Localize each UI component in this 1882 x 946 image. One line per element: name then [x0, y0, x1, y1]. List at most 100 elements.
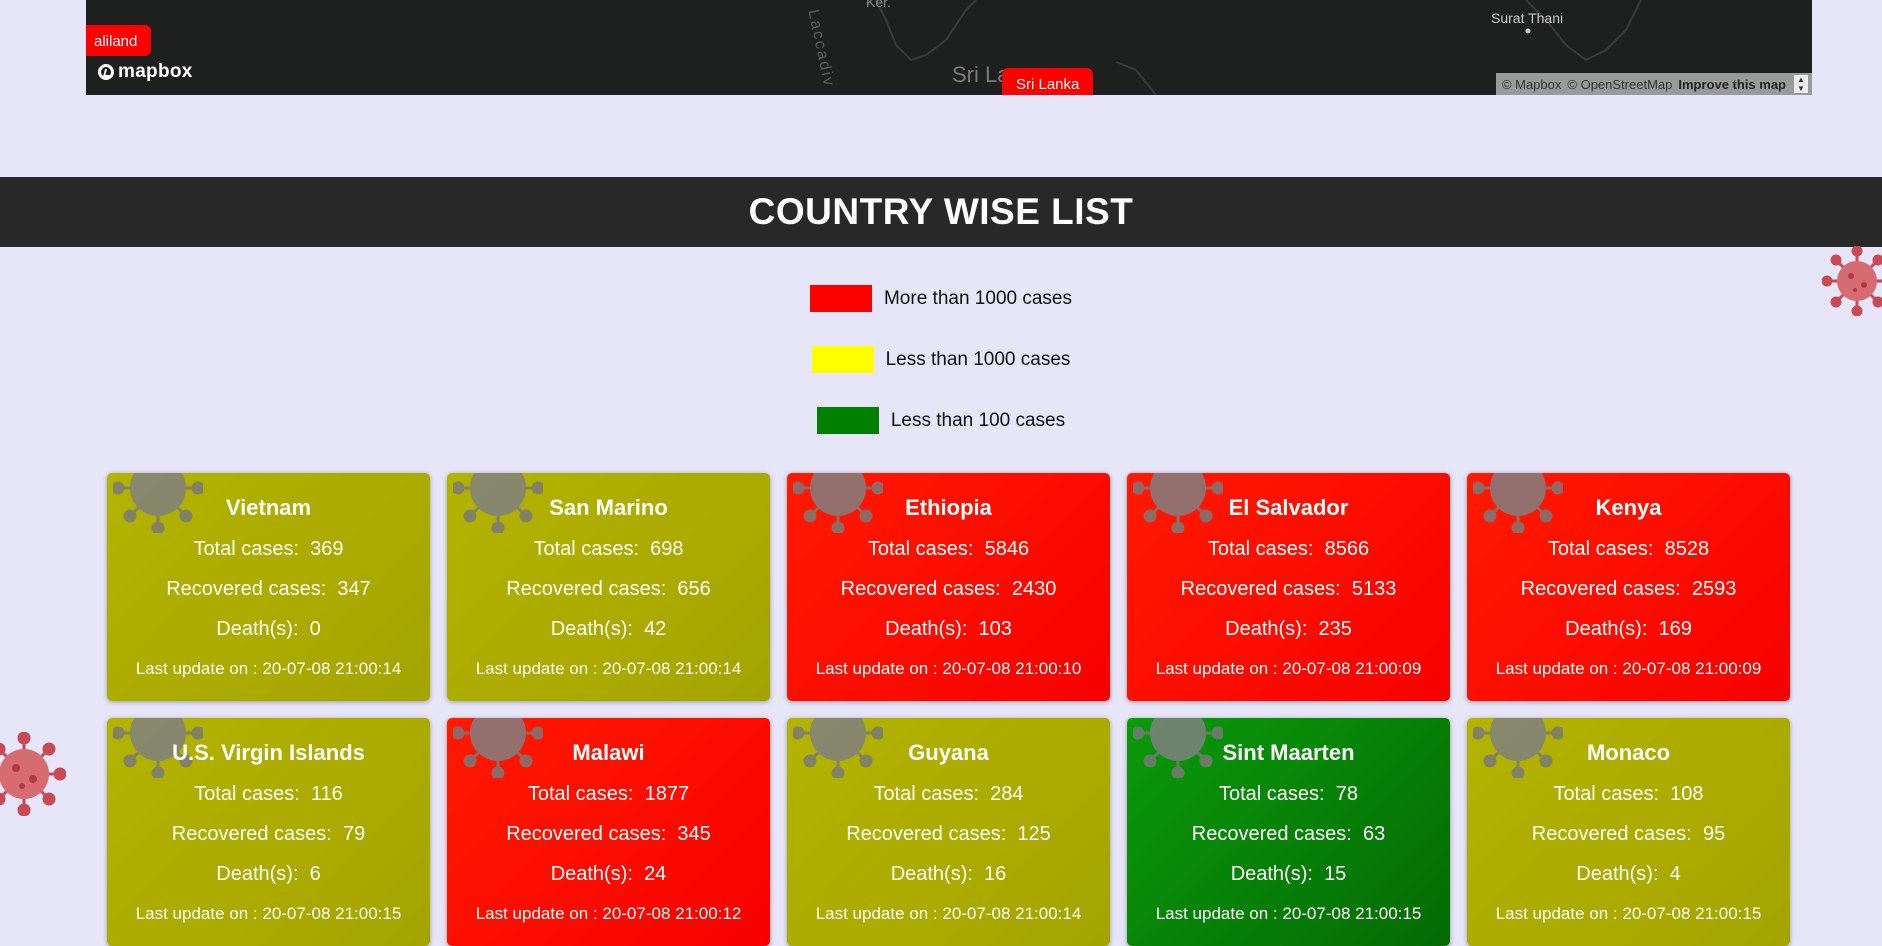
total-cases-label: Total cases: — [867, 538, 974, 560]
last-update: Last update on : 20-07-08 21:00:15 — [1467, 904, 1790, 924]
deaths-value: 4 — [1669, 863, 1681, 885]
last-update-label: Last update on : — [815, 904, 938, 923]
recovered-cases-value: 5133 — [1351, 578, 1397, 600]
last-update-label: Last update on : — [1495, 904, 1618, 923]
deaths: Death(s): 235 — [1127, 618, 1450, 641]
country-name: U.S. Virgin Islands — [172, 740, 365, 765]
mapbox-logo[interactable]: mapbox — [98, 61, 193, 83]
deaths: Death(s): 42 — [447, 618, 770, 641]
map-label-sri-lanka: Sri La — [952, 62, 1010, 87]
map-marker-somaliland[interactable]: aliland — [86, 25, 152, 56]
attribution-osm-link[interactable]: © OpenStreetMap — [1567, 77, 1672, 92]
legend-item-less-than-100: Less than 100 cases — [0, 407, 1882, 434]
deaths-value: 103 — [978, 618, 1012, 640]
last-update-value: 20-07-08 21:00:12 — [602, 904, 742, 923]
virus-icon — [0, 732, 66, 816]
last-update-label: Last update on : — [475, 904, 598, 923]
country-card: El Salvador Total cases: 8566 Recovered … — [1127, 473, 1450, 701]
recovered-cases: Recovered cases: 2593 — [1467, 578, 1790, 601]
recovered-cases-label: Recovered cases: — [840, 578, 1001, 600]
deaths-value: 169 — [1658, 618, 1692, 640]
attribution-mapbox-link[interactable]: © Mapbox — [1502, 77, 1561, 92]
total-cases-value: 1877 — [644, 783, 690, 805]
country-name: Kenya — [1595, 495, 1662, 520]
recovered-cases: Recovered cases: 656 — [447, 578, 770, 601]
total-cases-value: 78 — [1335, 783, 1358, 805]
deaths-label: Death(s): — [1230, 863, 1313, 885]
country-card: Vietnam Total cases: 369 Recovered cases… — [107, 473, 430, 701]
map-marker-sri-lanka[interactable]: Sri Lanka — [1002, 68, 1094, 95]
country-card: Kenya Total cases: 8528 Recovered cases:… — [1467, 473, 1790, 701]
total-cases: Total cases: 78 — [1127, 783, 1450, 806]
total-cases-value: 8528 — [1664, 538, 1710, 560]
last-update-value: 20-07-08 21:00:14 — [942, 904, 1082, 923]
deaths-label: Death(s): — [1565, 618, 1648, 640]
legend-label: Less than 100 cases — [890, 409, 1066, 431]
deaths: Death(s): 6 — [107, 863, 430, 886]
legend-item-more-than-1000: More than 1000 cases — [0, 285, 1882, 312]
last-update: Last update on : 20-07-08 21:00:10 — [787, 659, 1110, 679]
last-update-label: Last update on : — [1155, 904, 1278, 923]
recovered-cases: Recovered cases: 79 — [107, 823, 430, 846]
mapbox-logo-text: mapbox — [118, 61, 193, 82]
recovered-cases-value: 345 — [677, 823, 711, 845]
improve-map-link[interactable]: Improve this map — [1678, 77, 1786, 92]
country-name: Guyana — [908, 740, 989, 765]
last-update-value: 20-07-08 21:00:14 — [602, 659, 742, 678]
total-cases: Total cases: 116 — [107, 783, 430, 806]
country-name: El Salvador — [1228, 495, 1349, 520]
recovered-cases-label: Recovered cases: — [506, 578, 667, 600]
last-update: Last update on : 20-07-08 21:00:14 — [107, 659, 430, 679]
deaths: Death(s): 103 — [787, 618, 1110, 641]
last-update: Last update on : 20-07-08 21:00:09 — [1467, 659, 1790, 679]
last-update-label: Last update on : — [475, 659, 598, 678]
recovered-cases-label: Recovered cases: — [171, 823, 332, 845]
attribution-scroll-arrows-icon[interactable]: ▲ ▼ — [1794, 75, 1808, 93]
country-name: Vietnam — [225, 495, 312, 520]
total-cases: Total cases: 284 — [787, 783, 1110, 806]
map-view[interactable]: Laccadiv Ker. Surat Thani Sri La aliland… — [86, 0, 1812, 95]
deaths: Death(s): 0 — [107, 618, 430, 641]
country-card: U.S. Virgin Islands Total cases: 116 Rec… — [107, 718, 430, 946]
total-cases-value: 116 — [310, 783, 343, 805]
country-card: Guyana Total cases: 284 Recovered cases:… — [787, 718, 1110, 946]
country-name: Malawi — [572, 740, 645, 765]
legend-label: Less than 1000 cases — [885, 348, 1071, 370]
deaths-label: Death(s): — [550, 863, 633, 885]
recovered-cases-label: Recovered cases: — [1191, 823, 1352, 845]
deaths-label: Death(s): — [216, 618, 299, 640]
total-cases-value: 108 — [1670, 783, 1704, 805]
deaths-value: 24 — [644, 863, 667, 885]
total-cases: Total cases: 8566 — [1127, 538, 1450, 561]
total-cases: Total cases: 369 — [107, 538, 430, 561]
recovered-cases-value: 125 — [1017, 823, 1051, 845]
total-cases-value: 8566 — [1324, 538, 1370, 560]
last-update-value: 20-07-08 21:00:09 — [1622, 659, 1762, 678]
last-update-label: Last update on : — [815, 659, 938, 678]
mapbox-logo-icon — [98, 64, 114, 80]
map-label-ker: Ker. — [866, 0, 891, 10]
deaths-value: 0 — [309, 618, 321, 640]
country-name: Sint Maarten — [1222, 740, 1355, 765]
total-cases-label: Total cases: — [527, 783, 634, 805]
country-card-grid: Vietnam Total cases: 369 Recovered cases… — [107, 473, 1793, 946]
map-label-surat-thani: Surat Thani — [1491, 10, 1564, 26]
last-update: Last update on : 20-07-08 21:00:09 — [1127, 659, 1450, 679]
last-update: Last update on : 20-07-08 21:00:15 — [107, 904, 430, 924]
last-update-value: 20-07-08 21:00:15 — [262, 904, 402, 923]
recovered-cases: Recovered cases: 125 — [787, 823, 1110, 846]
total-cases: Total cases: 108 — [1467, 783, 1790, 806]
total-cases-value: 698 — [650, 538, 684, 560]
deaths: Death(s): 4 — [1467, 863, 1790, 886]
recovered-cases-label: Recovered cases: — [1520, 578, 1681, 600]
recovered-cases: Recovered cases: 5133 — [1127, 578, 1450, 601]
last-update-value: 20-07-08 21:00:10 — [942, 659, 1082, 678]
country-name: Monaco — [1586, 740, 1671, 765]
country-card: Ethiopia Total cases: 5846 Recovered cas… — [787, 473, 1110, 701]
last-update: Last update on : 20-07-08 21:00:12 — [447, 904, 770, 924]
recovered-cases-value: 79 — [342, 823, 366, 845]
country-name: San Marino — [549, 495, 668, 520]
last-update-value: 20-07-08 21:00:15 — [1282, 904, 1422, 923]
recovered-cases: Recovered cases: 345 — [447, 823, 770, 846]
total-cases-label: Total cases: — [194, 783, 300, 805]
